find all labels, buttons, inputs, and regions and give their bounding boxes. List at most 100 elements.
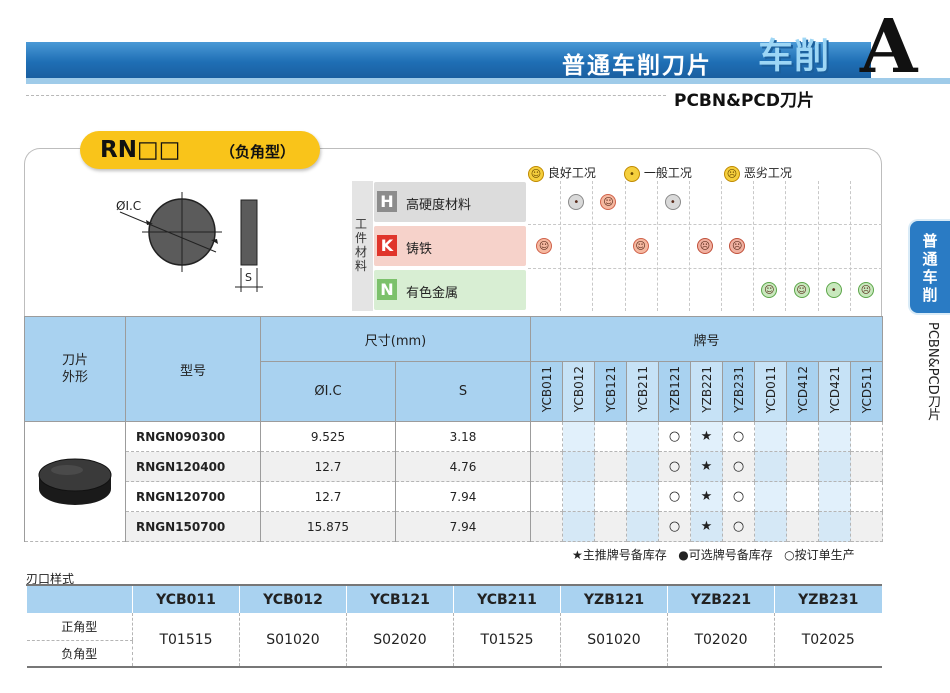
insert-type: （负角型）	[220, 143, 296, 161]
edge-table: YCB011 YCB012 YCB121 YCB211 YZB121 YZB221 YZB2…	[26, 584, 882, 668]
col-shape-label: 刀片 外形	[61, 353, 88, 385]
grade-mark-cell	[594, 511, 627, 542]
material-n-label: 有色金属	[406, 286, 459, 301]
grade-label: YCD421	[827, 365, 842, 414]
edge-value-cell: T01525	[453, 613, 561, 667]
note-circle: ○按订单生产	[784, 548, 855, 562]
grade-label: YCB012	[571, 366, 586, 413]
model-cell: RNGN120400	[125, 451, 261, 482]
grade-header: YCD412	[786, 361, 819, 422]
good-face-icon: ☺	[528, 165, 544, 182]
grade-mark-cell	[530, 451, 563, 482]
col-model-header: 型号	[125, 316, 261, 422]
header-bar	[26, 42, 871, 78]
grade-mark-cell	[594, 421, 627, 452]
col-grade-label: 牌号	[693, 333, 720, 349]
legend-normal-label: 一般工况	[643, 166, 692, 180]
material-grid-vline	[560, 181, 562, 311]
col-ic-label: ØI.C	[314, 384, 342, 399]
s-cell: 7.94	[395, 511, 531, 542]
edge-value-cell: S01020	[560, 613, 668, 667]
grade-label: YCD511	[859, 365, 874, 414]
grade-mark-cell	[850, 511, 883, 542]
grade-mark-cell	[754, 511, 787, 542]
material-row-n: N 有色金属	[374, 270, 526, 310]
grade-mark-cell: ○	[722, 481, 755, 512]
ic-cell: 15.875	[260, 511, 396, 542]
material-header: 工件材料	[355, 217, 368, 273]
col-ic-header: ØI.C	[260, 361, 396, 422]
table-row: RNGN090300 9.525 3.18 ○ ★ ○	[24, 421, 883, 542]
edge-grade-header: YCB012	[239, 585, 347, 613]
material-grid-hline	[528, 224, 882, 225]
model-cell: RNGN120700	[125, 481, 261, 512]
good-face-icon: ☺	[793, 282, 810, 298]
material-grid-vline	[624, 181, 626, 311]
material-grid: • ☺ • ☺ ☺ ☹ ☹ ☺ ☺ • ☹	[528, 181, 882, 311]
grade-mark-cell	[562, 421, 595, 452]
grade-mark-cell	[626, 451, 659, 482]
grade-label: YCB011	[539, 366, 554, 413]
legend-good-label: 良好工况	[547, 166, 596, 180]
grade-header: YCB011	[530, 361, 563, 422]
grade-header: YCB121	[594, 361, 627, 422]
grade-mark-cell	[786, 481, 819, 512]
grade-mark-cell: ★	[690, 421, 723, 452]
section-letter: A	[860, 4, 918, 90]
grade-mark-cell	[562, 481, 595, 512]
material-grid-vline	[592, 181, 594, 311]
edge-grade-header: YCB121	[346, 585, 454, 613]
product-table: 刀片 外形 型号 尺寸(mm) 牌号 ØI.C S YCB011 YCB012 YC…	[24, 316, 883, 542]
grade-mark-cell: ○	[722, 511, 755, 542]
grade-mark-cell	[754, 481, 787, 512]
normal-face-icon: •	[664, 194, 681, 210]
edge-row-label: 正角型	[26, 613, 133, 641]
s-cell: 4.76	[395, 451, 531, 482]
edge-value-cell: S02020	[346, 613, 454, 667]
header-divider	[26, 95, 666, 96]
material-grid-vline	[721, 181, 723, 311]
grade-mark-cell: ○	[722, 421, 755, 452]
col-grade-header: 牌号	[530, 316, 883, 362]
grade-mark-cell	[818, 481, 851, 512]
grade-mark-cell	[626, 421, 659, 452]
s-cell: 7.94	[395, 481, 531, 512]
side-tab-sub: PCBN&PCD刀片	[925, 322, 940, 421]
page-subtitle: PCBN&PCD刀片	[674, 91, 814, 111]
material-grid-vline	[785, 181, 787, 311]
grade-header: YCD511	[850, 361, 883, 422]
model-cell: RNGN150700	[125, 511, 261, 542]
table-row: RNGN120700 12.7 7.94 ○ ★ ○	[25, 481, 883, 512]
good-face-icon: ☺	[761, 282, 778, 298]
grade-mark-cell: ★	[690, 451, 723, 482]
insert-drawing: ØI.C S	[116, 192, 263, 292]
note-dot: ●可选牌号备库存	[678, 548, 773, 562]
grade-header: YZB121	[658, 361, 691, 422]
material-grid-hline	[528, 268, 882, 269]
grade-label: YCB211	[635, 366, 650, 413]
grade-mark-cell: ○	[658, 451, 691, 482]
edge-header-blank	[26, 585, 133, 613]
material-grid-vline	[753, 181, 755, 311]
col-shape-header: 刀片 外形	[24, 316, 126, 422]
material-k-icon: K	[377, 235, 397, 256]
model-cell: RNGN090300	[125, 421, 261, 452]
material-row-k: K 铸铁	[374, 226, 526, 266]
grade-header: YCB012	[562, 361, 595, 422]
ic-cell: 9.525	[260, 421, 396, 452]
edge-grade-header: YCB011	[132, 585, 240, 613]
grade-mark-cell: ○	[658, 481, 691, 512]
col-s-header: S	[395, 361, 531, 422]
grade-mark-cell	[530, 481, 563, 512]
grade-mark-cell	[594, 451, 627, 482]
bad-face-icon: ☹	[729, 238, 746, 254]
grade-mark-cell	[786, 421, 819, 452]
s-cell: 3.18	[395, 421, 531, 452]
edge-value-cell: T02020	[667, 613, 775, 667]
grade-label: YZB231	[731, 366, 746, 413]
bad-face-icon: ☹	[857, 282, 874, 298]
good-face-icon: ☺	[536, 238, 553, 254]
grade-header: YZB231	[722, 361, 755, 422]
grade-mark-cell: ○	[722, 451, 755, 482]
grade-mark-cell	[818, 511, 851, 542]
